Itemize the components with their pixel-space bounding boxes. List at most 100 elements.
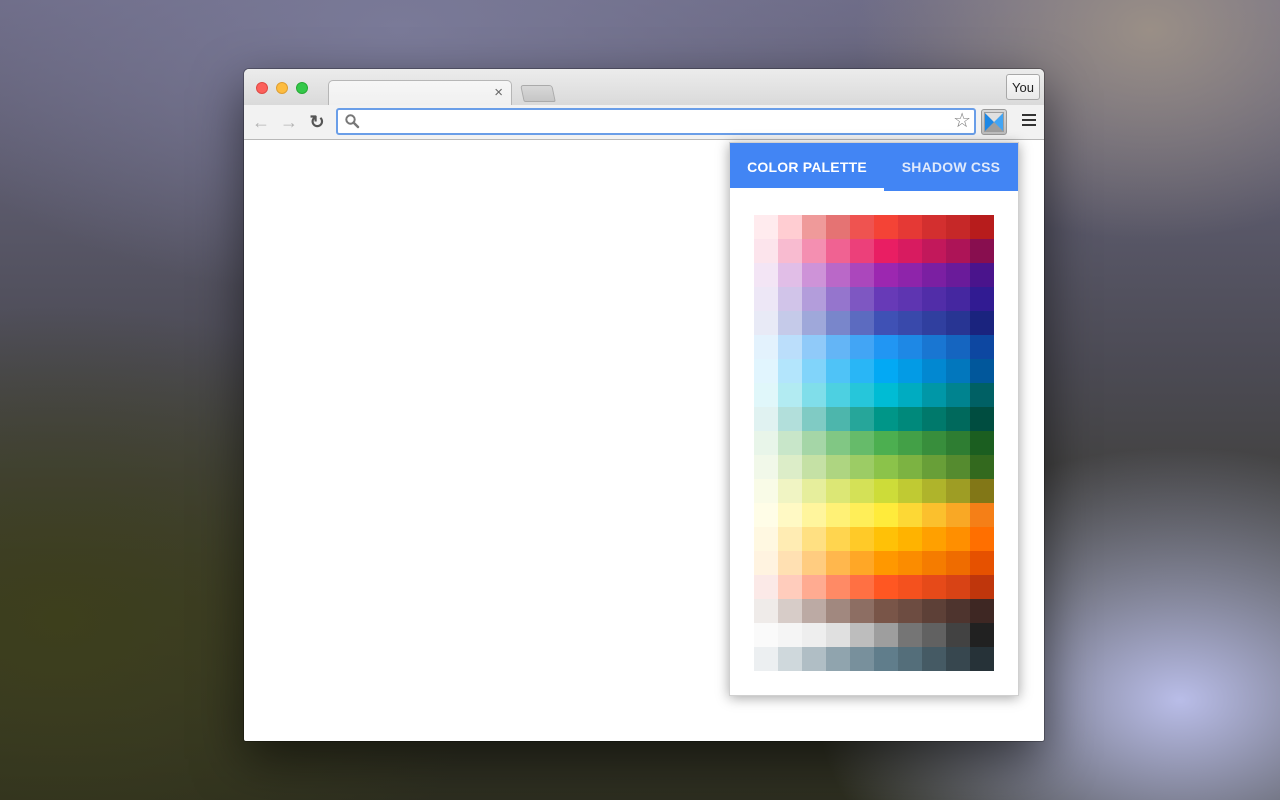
color-swatch[interactable]: [898, 575, 922, 599]
color-swatch[interactable]: [874, 215, 898, 239]
color-swatch[interactable]: [922, 359, 946, 383]
color-swatch[interactable]: [778, 431, 802, 455]
color-swatch[interactable]: [970, 407, 994, 431]
color-swatch[interactable]: [826, 287, 850, 311]
color-swatch[interactable]: [802, 215, 826, 239]
color-swatch[interactable]: [922, 215, 946, 239]
color-swatch[interactable]: [850, 431, 874, 455]
color-swatch[interactable]: [802, 431, 826, 455]
color-swatch[interactable]: [826, 575, 850, 599]
color-swatch[interactable]: [922, 551, 946, 575]
color-swatch[interactable]: [826, 599, 850, 623]
color-swatch[interactable]: [922, 623, 946, 647]
color-swatch[interactable]: [826, 335, 850, 359]
color-swatch[interactable]: [826, 527, 850, 551]
color-swatch[interactable]: [970, 215, 994, 239]
color-swatch[interactable]: [754, 647, 778, 671]
color-swatch[interactable]: [778, 599, 802, 623]
color-swatch[interactable]: [778, 263, 802, 287]
color-swatch[interactable]: [922, 599, 946, 623]
color-swatch[interactable]: [970, 263, 994, 287]
color-swatch[interactable]: [754, 575, 778, 599]
color-swatch[interactable]: [874, 575, 898, 599]
color-swatch[interactable]: [874, 383, 898, 407]
color-swatch[interactable]: [826, 503, 850, 527]
color-swatch[interactable]: [802, 551, 826, 575]
color-swatch[interactable]: [874, 239, 898, 263]
tab-shadow-css[interactable]: SHADOW CSS: [884, 143, 1018, 191]
color-swatch[interactable]: [898, 311, 922, 335]
color-swatch[interactable]: [850, 527, 874, 551]
color-swatch[interactable]: [898, 623, 922, 647]
color-swatch[interactable]: [970, 359, 994, 383]
color-swatch[interactable]: [778, 359, 802, 383]
color-swatch[interactable]: [850, 311, 874, 335]
color-swatch[interactable]: [946, 311, 970, 335]
color-swatch[interactable]: [970, 335, 994, 359]
minimize-window-button[interactable]: [276, 82, 288, 94]
color-swatch[interactable]: [922, 575, 946, 599]
color-swatch[interactable]: [802, 239, 826, 263]
color-swatch[interactable]: [802, 503, 826, 527]
color-swatch[interactable]: [826, 407, 850, 431]
color-swatch[interactable]: [850, 623, 874, 647]
color-swatch[interactable]: [946, 383, 970, 407]
color-swatch[interactable]: [778, 287, 802, 311]
color-swatch[interactable]: [754, 551, 778, 575]
color-swatch[interactable]: [898, 215, 922, 239]
color-swatch[interactable]: [754, 239, 778, 263]
color-swatch[interactable]: [922, 407, 946, 431]
color-swatch[interactable]: [802, 479, 826, 503]
color-swatch[interactable]: [898, 407, 922, 431]
color-swatch[interactable]: [802, 647, 826, 671]
color-swatch[interactable]: [850, 647, 874, 671]
color-swatch[interactable]: [898, 383, 922, 407]
color-swatch[interactable]: [946, 575, 970, 599]
color-swatch[interactable]: [826, 479, 850, 503]
color-swatch[interactable]: [826, 215, 850, 239]
color-swatch[interactable]: [850, 383, 874, 407]
color-swatch[interactable]: [826, 431, 850, 455]
color-swatch[interactable]: [850, 575, 874, 599]
color-swatch[interactable]: [754, 311, 778, 335]
color-swatch[interactable]: [898, 599, 922, 623]
color-swatch[interactable]: [802, 359, 826, 383]
color-swatch[interactable]: [946, 479, 970, 503]
color-swatch[interactable]: [850, 479, 874, 503]
color-swatch[interactable]: [922, 263, 946, 287]
color-swatch[interactable]: [946, 503, 970, 527]
color-swatch[interactable]: [874, 359, 898, 383]
color-swatch[interactable]: [850, 599, 874, 623]
color-swatch[interactable]: [922, 287, 946, 311]
color-swatch[interactable]: [946, 407, 970, 431]
tab-color-palette[interactable]: COLOR PALETTE: [730, 143, 884, 191]
color-swatch[interactable]: [778, 215, 802, 239]
color-swatch[interactable]: [970, 431, 994, 455]
color-swatch[interactable]: [850, 359, 874, 383]
color-swatch[interactable]: [946, 599, 970, 623]
color-swatch[interactable]: [754, 215, 778, 239]
color-swatch[interactable]: [802, 527, 826, 551]
color-swatch[interactable]: [970, 647, 994, 671]
color-swatch[interactable]: [778, 503, 802, 527]
color-swatch[interactable]: [778, 551, 802, 575]
color-swatch[interactable]: [874, 287, 898, 311]
color-swatch[interactable]: [778, 335, 802, 359]
color-swatch[interactable]: [946, 263, 970, 287]
color-swatch[interactable]: [802, 311, 826, 335]
color-swatch[interactable]: [946, 215, 970, 239]
color-swatch[interactable]: [802, 623, 826, 647]
color-swatch[interactable]: [754, 407, 778, 431]
extension-button[interactable]: [981, 109, 1007, 135]
color-swatch[interactable]: [754, 335, 778, 359]
color-swatch[interactable]: [826, 311, 850, 335]
color-swatch[interactable]: [898, 527, 922, 551]
color-swatch[interactable]: [802, 407, 826, 431]
color-swatch[interactable]: [922, 455, 946, 479]
color-swatch[interactable]: [850, 455, 874, 479]
color-swatch[interactable]: [970, 455, 994, 479]
forward-icon[interactable]: →: [278, 111, 300, 133]
color-swatch[interactable]: [754, 503, 778, 527]
color-swatch[interactable]: [922, 383, 946, 407]
color-swatch[interactable]: [946, 359, 970, 383]
